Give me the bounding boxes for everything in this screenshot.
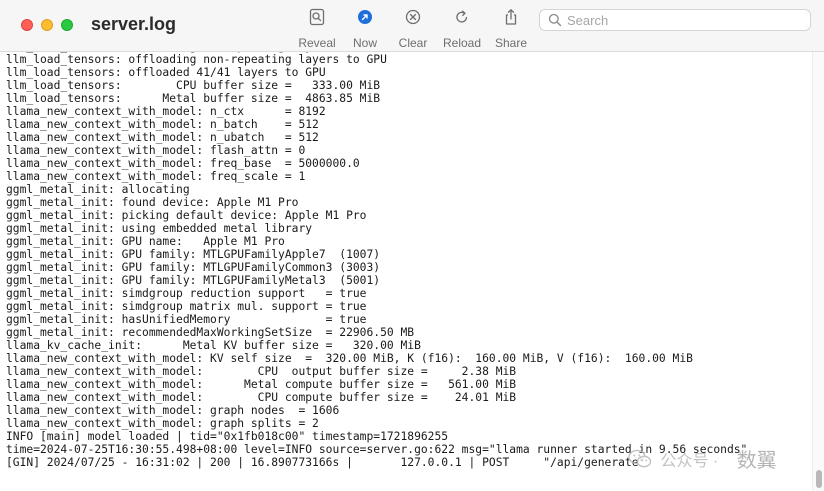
log-line: ggml_metal_init: allocating [6,183,190,196]
clear-icon [385,8,441,30]
log-lines: llm_load_tensors: offloading 40 repeatin… [6,52,747,469]
log-line: ggml_metal_init: GPU name: Apple M1 Pro [6,235,285,248]
window-title: server.log [91,14,177,34]
log-line: llm_load_tensors: offloading non-repeati… [6,53,387,66]
log-window: server.log Reveal Now Clear Reload Share… [0,0,824,491]
watermark-account-name: 数翼 [736,450,777,472]
log-line: llama_new_context_with_model: Metal comp… [6,378,517,391]
search-field[interactable] [539,9,811,31]
watermark: 公众号 · 数翼 [628,444,777,472]
log-line: llama_new_context_with_model: n_ctx = 81… [6,105,326,118]
log-line: ggml_metal_init: simdgroup matrix mul. s… [6,300,367,313]
log-line: llama_new_context_with_model: freq_base … [6,157,360,170]
log-content[interactable]: llm_load_tensors: offloading 40 repeatin… [0,52,812,491]
log-line: llama_new_context_with_model: CPU comput… [6,391,517,404]
log-line: llama_new_context_with_model: freq_scale… [6,170,306,183]
log-line: llama_new_context_with_model: graph spli… [6,417,319,430]
log-line: llama_new_context_with_model: n_ubatch =… [6,131,319,144]
log-line: llama_new_context_with_model: KV self si… [6,352,693,365]
log-line: llama_new_context_with_model: n_batch = … [6,118,319,131]
log-line: ggml_metal_init: GPU family: MTLGPUFamil… [6,274,381,287]
log-line: llama_new_context_with_model: flash_attn… [6,144,306,157]
toolbar: server.log Reveal Now Clear Reload Share… [0,0,824,52]
wechat-logo-icon [628,449,652,469]
log-line: ggml_metal_init: simdgroup reduction sup… [6,287,367,300]
log-line: INFO [main] model loaded | tid="0x1fb018… [6,430,449,443]
search-input[interactable] [567,11,803,29]
watermark-label: 公众号 · [660,452,719,470]
log-line: ggml_metal_init: GPU family: MTLGPUFamil… [6,248,381,261]
clear-button[interactable]: Clear [385,8,441,50]
log-line: ggml_metal_init: found device: Apple M1 … [6,196,299,209]
log-line: llm_load_tensors: CPU buffer size = 333.… [6,79,381,92]
log-line: llm_load_tensors: Metal buffer size = 48… [6,92,381,105]
log-line: ggml_metal_init: recommendedMaxWorkingSe… [6,326,415,339]
log-line: llama_new_context_with_model: graph node… [6,404,340,417]
log-line: ggml_metal_init: picking default device:… [6,209,367,222]
log-line: ggml_metal_init: using embedded metal li… [6,222,313,235]
log-line: llama_kv_cache_init: Metal KV buffer siz… [6,339,421,352]
log-line: llm_load_tensors: offloaded 41/41 layers… [6,66,326,79]
share-label: Share [494,36,528,50]
scrollbar-thumb[interactable] [816,470,822,488]
reload-button[interactable]: Reload [434,8,490,50]
vertical-scrollbar[interactable] [812,52,824,491]
minimize-window-button[interactable] [41,19,53,31]
reload-icon [434,8,490,30]
reload-label: Reload [442,36,482,50]
log-line: ggml_metal_init: GPU family: MTLGPUFamil… [6,261,381,274]
log-line: ggml_metal_init: hasUnifiedMemory = true [6,313,367,326]
zoom-window-button[interactable] [61,19,73,31]
close-window-button[interactable] [21,19,33,31]
search-icon [548,13,562,27]
share-icon [483,8,539,30]
log-line: llama_new_context_with_model: CPU output… [6,365,517,378]
clear-label: Clear [398,36,428,50]
share-button[interactable]: Share [483,8,539,50]
